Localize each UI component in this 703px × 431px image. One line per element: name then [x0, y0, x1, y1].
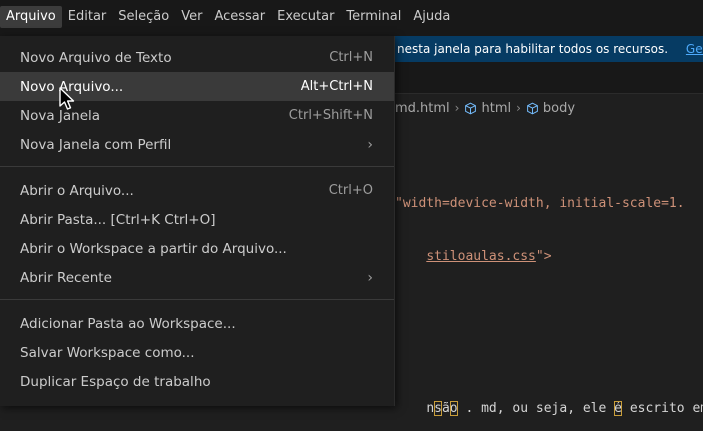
menu-item-label: Salvar Workspace como...: [20, 344, 195, 361]
code-line-stylesheet: stiloaulas.css">: [395, 234, 552, 279]
code-line-text: nsão . md, ou seja, ele é escrito em: [395, 386, 703, 431]
menu-ver[interactable]: Ver: [175, 6, 208, 28]
code-line-viewport: "width=device-width, initial-scale=1.: [395, 196, 685, 211]
text-fragment: escrito em: [622, 401, 703, 416]
menu-item-open-folder[interactable]: Abrir Pasta... [Ctrl+K Ctrl+O]: [0, 205, 394, 234]
stylesheet-link[interactable]: stiloaulas.css: [426, 249, 536, 264]
menu-terminal[interactable]: Terminal: [340, 6, 407, 28]
editor-tab-strip: [395, 62, 703, 94]
menu-item-open-file[interactable]: Abrir o Arquivo... Ctrl+O: [0, 176, 394, 205]
breadcrumb: md.html › html › body: [395, 98, 575, 118]
menu-item-add-folder-workspace[interactable]: Adicionar Pasta ao Workspace...: [0, 309, 394, 338]
menu-separator: [0, 299, 394, 300]
menu-editar[interactable]: Editar: [62, 6, 113, 28]
chevron-right-icon: ›: [367, 136, 373, 153]
cube-icon: [465, 102, 477, 114]
menu-item-label: Adicionar Pasta ao Workspace...: [20, 315, 236, 332]
manage-link[interactable]: Gerenciar: [686, 42, 703, 56]
breadcrumb-html[interactable]: html: [481, 101, 511, 116]
menu-item-label: Abrir o Arquivo...: [20, 182, 134, 199]
highlighted-char: o: [449, 401, 458, 416]
menu-item-save-workspace-as[interactable]: Salvar Workspace como...: [0, 338, 394, 367]
breadcrumb-file[interactable]: md.html: [395, 101, 450, 116]
menu-item-new-text-file[interactable]: Novo Arquivo de Texto Ctrl+N: [0, 43, 394, 72]
menu-item-shortcut: Alt+Ctrl+N: [300, 79, 373, 94]
menu-item-label: Abrir o Workspace a partir do Arquivo...: [20, 240, 287, 257]
text-fragment: n: [426, 401, 435, 416]
menu-item-label: Abrir Recente: [20, 269, 112, 286]
breadcrumb-body[interactable]: body: [543, 101, 575, 116]
menu-item-new-window-profile[interactable]: Nova Janela com Perfil ›: [0, 130, 394, 159]
menu-item-open-workspace[interactable]: Abrir o Workspace a partir do Arquivo...: [0, 234, 394, 263]
highlighted-char: é: [614, 401, 622, 416]
menu-ajuda[interactable]: Ajuda: [407, 6, 456, 28]
highlighted-char: s: [434, 401, 442, 416]
menu-item-open-recent[interactable]: Abrir Recente ›: [0, 263, 394, 292]
restricted-mode-banner: nesta janela para habilitar todos os rec…: [395, 36, 703, 62]
code-editor[interactable]: "width=device-width, initial-scale=1. st…: [395, 118, 703, 416]
menu-executar[interactable]: Executar: [271, 6, 340, 28]
text-fragment: ã: [441, 401, 450, 416]
menu-arquivo[interactable]: Arquivo: [0, 6, 62, 28]
menu-item-label: Novo Arquivo de Texto: [20, 49, 172, 66]
menu-item-label: Duplicar Espaço de trabalho: [20, 373, 211, 390]
menu-item-shortcut: Ctrl+Shift+N: [288, 108, 373, 123]
attr-quote: ">: [535, 249, 552, 264]
text-fragment: . md, ou seja, ele: [457, 401, 615, 416]
menu-separator: [0, 166, 394, 167]
cube-icon: [527, 102, 538, 114]
chevron-right-icon: ›: [454, 101, 460, 115]
menu-item-shortcut: Ctrl+N: [329, 50, 373, 65]
chevron-right-icon: ›: [516, 101, 521, 115]
mouse-pointer-icon: [59, 87, 75, 110]
menu-item-shortcut: Ctrl+O: [328, 183, 373, 198]
chevron-right-icon: ›: [367, 269, 373, 286]
menu-item-duplicate-workspace[interactable]: Duplicar Espaço de trabalho: [0, 367, 394, 396]
menu-item-label: Nova Janela com Perfil: [20, 136, 172, 153]
banner-message: nesta janela para habilitar todos os rec…: [397, 42, 669, 56]
menu-item-label: Abrir Pasta... [Ctrl+K Ctrl+O]: [20, 211, 216, 228]
menu-acessar[interactable]: Acessar: [208, 6, 271, 28]
menu-selecao[interactable]: Seleção: [112, 6, 175, 28]
